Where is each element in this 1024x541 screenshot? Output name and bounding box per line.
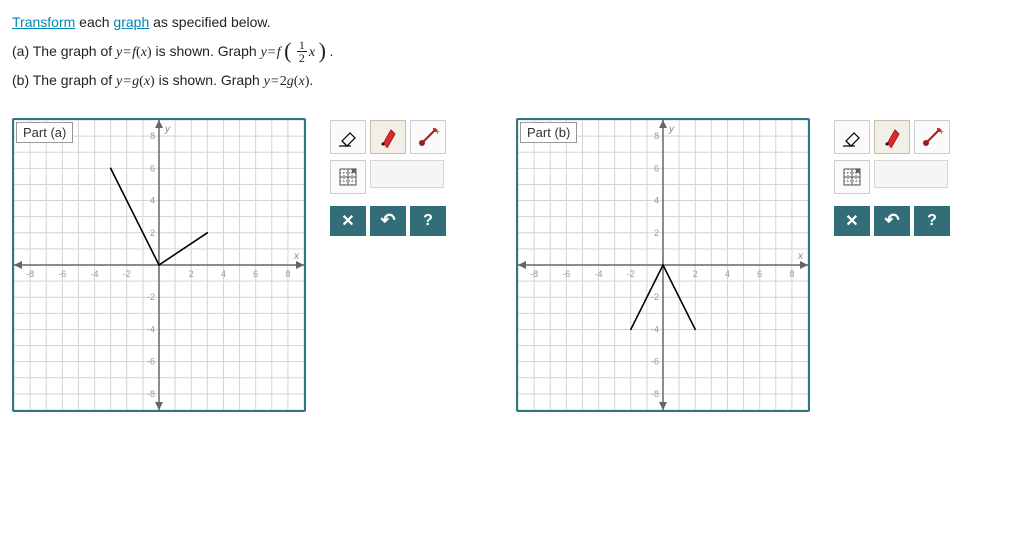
svg-text:×: × xyxy=(855,166,860,176)
svg-text:8: 8 xyxy=(789,269,794,279)
instructions-block: Transform each graph as specified below.… xyxy=(12,14,1012,90)
toolbar-b: + × ✕ ↶ ? xyxy=(834,120,950,236)
tool-sub-slot[interactable] xyxy=(370,160,444,188)
svg-text:x: x xyxy=(797,251,804,262)
part-a-graph[interactable]: Part (a) -8-8-6-6-4-4-2-222446688xy xyxy=(12,118,306,412)
svg-text:6: 6 xyxy=(253,269,258,279)
svg-text:-4: -4 xyxy=(91,269,99,279)
svg-text:-8: -8 xyxy=(147,389,155,399)
line-a: (a) The graph of y=f(x) is shown. Graph … xyxy=(12,36,1012,66)
svg-text:8: 8 xyxy=(654,131,659,141)
svg-text:6: 6 xyxy=(654,163,659,173)
svg-text:-6: -6 xyxy=(651,357,659,367)
part-a-label: Part (a) xyxy=(16,122,73,143)
toolbar-a: + × ✕ ↶ ? xyxy=(330,120,446,236)
svg-text:-2: -2 xyxy=(147,292,155,302)
eraser-tool[interactable] xyxy=(330,120,366,154)
svg-text:-2: -2 xyxy=(651,292,659,302)
svg-text:-4: -4 xyxy=(147,324,155,334)
svg-text:4: 4 xyxy=(654,195,659,205)
ray-tool[interactable]: + xyxy=(914,120,950,154)
svg-text:8: 8 xyxy=(285,269,290,279)
grid-b-svg: -8-8-6-6-4-4-2-222446688xy xyxy=(518,120,808,410)
ray-tool[interactable]: + xyxy=(410,120,446,154)
svg-text:6: 6 xyxy=(757,269,762,279)
transform-link[interactable]: Transform xyxy=(12,14,75,30)
pen-tool[interactable] xyxy=(874,120,910,154)
graph-link[interactable]: graph xyxy=(113,14,149,30)
svg-text:+: + xyxy=(939,127,944,137)
svg-text:×: × xyxy=(351,166,356,176)
clear-button[interactable]: ✕ xyxy=(834,206,870,236)
undo-button[interactable]: ↶ xyxy=(370,206,406,236)
help-button[interactable]: ? xyxy=(410,206,446,236)
svg-text:+: + xyxy=(435,127,440,137)
svg-text:-8: -8 xyxy=(651,389,659,399)
help-button[interactable]: ? xyxy=(914,206,950,236)
clear-button[interactable]: ✕ xyxy=(330,206,366,236)
line-b: (b) The graph of y=g(x) is shown. Graph … xyxy=(12,72,1012,90)
grid-zoom-tool[interactable]: × xyxy=(834,160,870,194)
svg-text:4: 4 xyxy=(150,195,155,205)
grid-zoom-tool[interactable]: × xyxy=(330,160,366,194)
svg-text:-6: -6 xyxy=(562,269,570,279)
undo-button[interactable]: ↶ xyxy=(874,206,910,236)
svg-text:4: 4 xyxy=(221,269,226,279)
svg-text:-4: -4 xyxy=(595,269,603,279)
svg-text:-6: -6 xyxy=(58,269,66,279)
part-b-graph[interactable]: Part (b) -8-8-6-6-4-4-2-222446688xy xyxy=(516,118,810,412)
svg-text:8: 8 xyxy=(150,131,155,141)
pen-tool[interactable] xyxy=(370,120,406,154)
svg-text:2: 2 xyxy=(654,228,659,238)
part-b-label: Part (b) xyxy=(520,122,577,143)
svg-text:2: 2 xyxy=(693,269,698,279)
svg-text:2: 2 xyxy=(189,269,194,279)
svg-text:-2: -2 xyxy=(627,269,635,279)
svg-text:6: 6 xyxy=(150,163,155,173)
svg-text:y: y xyxy=(668,124,675,135)
svg-text:2: 2 xyxy=(150,228,155,238)
tool-sub-slot[interactable] xyxy=(874,160,948,188)
svg-text:x: x xyxy=(293,251,300,262)
svg-text:y: y xyxy=(164,124,171,135)
svg-text:-2: -2 xyxy=(123,269,131,279)
svg-text:-8: -8 xyxy=(530,269,538,279)
grid-a-svg: -8-8-6-6-4-4-2-222446688xy xyxy=(14,120,304,410)
svg-text:4: 4 xyxy=(725,269,730,279)
svg-text:-8: -8 xyxy=(26,269,34,279)
svg-text:-4: -4 xyxy=(651,324,659,334)
svg-text:-6: -6 xyxy=(147,357,155,367)
eraser-tool[interactable] xyxy=(834,120,870,154)
